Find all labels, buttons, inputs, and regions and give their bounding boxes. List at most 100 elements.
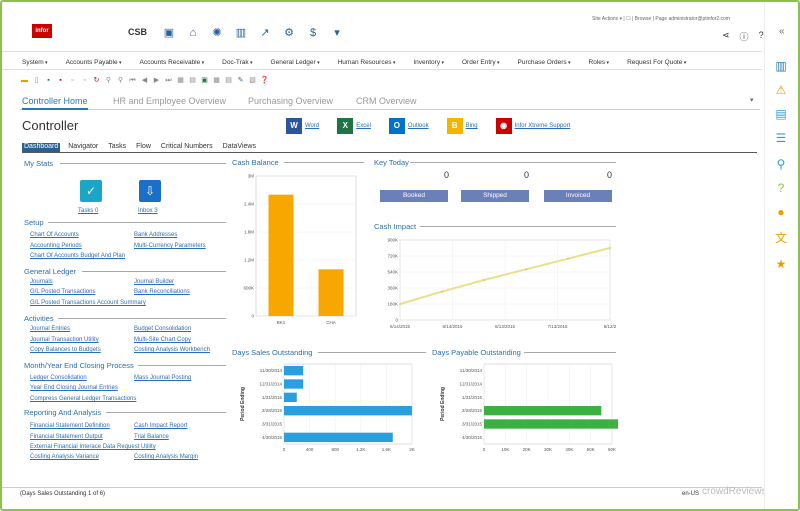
delete-icon[interactable]: ▫ bbox=[80, 76, 89, 85]
forms-icon[interactable]: ▣ bbox=[162, 26, 176, 40]
chevron-down-icon[interactable]: ▾ bbox=[330, 26, 344, 40]
link-cash-impact-report[interactable]: Cash Impact Report bbox=[134, 423, 187, 429]
link-gl-posted[interactable]: G/L Posted Transactions bbox=[30, 289, 95, 295]
menu-system[interactable]: System bbox=[22, 59, 48, 66]
link-coa-budget[interactable]: Chart Of Accounts Budget And Plan bbox=[30, 253, 125, 259]
bank-icon[interactable]: ⌂ bbox=[186, 26, 200, 40]
info-icon[interactable]: ⓘ bbox=[740, 30, 749, 43]
subtab-dashboard[interactable]: Dashboard bbox=[22, 143, 61, 152]
link-journal-entries[interactable]: Journal Entries bbox=[30, 326, 70, 332]
add-row-icon[interactable]: ▤ bbox=[188, 76, 197, 85]
alert-icon[interactable]: ⚠ bbox=[773, 82, 789, 98]
subtab-dataviews[interactable]: DataViews bbox=[221, 143, 258, 152]
word-launcher[interactable]: W Word bbox=[286, 118, 319, 134]
site-actions[interactable]: Site Actions ▾ | ☐ | Browse | Page admin… bbox=[592, 16, 730, 22]
open-icon[interactable]: ▬ bbox=[20, 76, 29, 85]
translate-icon[interactable]: 文 bbox=[773, 230, 789, 246]
prev-icon[interactable]: ◀ bbox=[140, 76, 149, 85]
link-year-end-closing[interactable]: Year End Closing Journal Entries bbox=[30, 385, 118, 391]
menu-purchase-orders[interactable]: Purchase Orders bbox=[518, 59, 571, 66]
bing-launcher[interactable]: B Bing bbox=[446, 118, 478, 134]
message-icon[interactable]: ▤ bbox=[773, 106, 789, 122]
save-icon[interactable]: ▪ bbox=[44, 76, 53, 85]
location-icon[interactable]: ⚲ bbox=[773, 156, 789, 172]
link-chart-of-accounts[interactable]: Chart Of Accounts bbox=[30, 232, 79, 238]
analytics-icon[interactable]: ▥ bbox=[773, 58, 789, 74]
company-name[interactable]: CSB bbox=[128, 27, 147, 37]
link-journal-transaction-utility[interactable]: Journal Transaction Utility bbox=[30, 337, 99, 343]
outlook-link[interactable]: Outlook bbox=[408, 123, 429, 129]
link-multi-site-chart-copy[interactable]: Multi-Site Chart Copy bbox=[134, 337, 191, 343]
link-bank-recon[interactable]: Bank Reconciliations bbox=[134, 289, 190, 295]
help-circle-icon[interactable]: ❓ bbox=[260, 76, 269, 85]
menu-roles[interactable]: Roles bbox=[589, 59, 610, 66]
link-bank-addresses[interactable]: Bank Addresses bbox=[134, 232, 177, 238]
share-icon[interactable]: ⋖ bbox=[722, 30, 730, 43]
menu-order-entry[interactable]: Order Entry bbox=[462, 59, 500, 66]
tabs-dropdown-icon[interactable]: ▾ bbox=[750, 96, 754, 104]
excel-launcher[interactable]: X Excel bbox=[337, 118, 371, 134]
link-fs-output[interactable]: Financial Statement Output bbox=[30, 434, 103, 440]
outlook-launcher[interactable]: O Outlook bbox=[388, 118, 429, 134]
collapse-icon[interactable]: « bbox=[779, 26, 785, 37]
menu-general-ledger[interactable]: General Ledger bbox=[271, 59, 320, 66]
inbox-link[interactable]: Inbox 3 bbox=[138, 208, 158, 214]
edit-icon[interactable]: ✎ bbox=[236, 76, 245, 85]
menu-accounts-receivable[interactable]: Accounts Receivable bbox=[140, 59, 205, 66]
link-external-financial[interactable]: External Financial Interace Data Request… bbox=[30, 444, 156, 450]
tasks-clipboard-icon[interactable]: ✓ bbox=[80, 180, 102, 202]
excel-link[interactable]: Excel bbox=[356, 123, 371, 129]
filter-clear-icon[interactable]: ⚲ bbox=[116, 76, 125, 85]
subtab-critical-numbers[interactable]: Critical Numbers bbox=[159, 143, 215, 152]
print-icon[interactable]: ▤ bbox=[224, 76, 233, 85]
link-costing-workbench[interactable]: Costing Analysis Workbench bbox=[134, 347, 210, 353]
question-icon[interactable]: ? bbox=[773, 180, 789, 196]
table-icon[interactable]: ▦ bbox=[212, 76, 221, 85]
tab-controller-home[interactable]: Controller Home bbox=[22, 96, 88, 110]
pdf-icon[interactable]: ▪ bbox=[56, 76, 65, 85]
word-link[interactable]: Word bbox=[305, 123, 319, 129]
link-fs-definition[interactable]: Financial Statement Definition bbox=[30, 423, 110, 429]
grid-icon[interactable]: ▦ bbox=[176, 76, 185, 85]
tab-hr-overview[interactable]: HR and Employee Overview bbox=[113, 96, 226, 106]
factory-icon[interactable]: ▥ bbox=[234, 26, 248, 40]
menu-request-for-quote[interactable]: Request For Quote bbox=[627, 59, 686, 66]
xtreme-launcher[interactable]: ◉ Infor Xtreme Support bbox=[495, 118, 571, 134]
new-icon[interactable]: ▯ bbox=[32, 76, 41, 85]
subtab-tasks[interactable]: Tasks bbox=[106, 143, 128, 152]
booked-button[interactable]: Booked bbox=[380, 190, 448, 202]
link-gl-posted-summary[interactable]: G/L Posted Transactions Account Summary bbox=[30, 300, 146, 306]
link-journal-builder[interactable]: Journal Builder bbox=[134, 279, 174, 285]
invoiced-button[interactable]: Invoiced bbox=[544, 190, 612, 202]
menu-inventory[interactable]: Inventory bbox=[413, 59, 444, 66]
link-journals[interactable]: Journals bbox=[30, 279, 53, 285]
list-icon[interactable]: ☰ bbox=[773, 130, 789, 146]
link-costing-margin[interactable]: Costing Analysis Margin bbox=[134, 454, 198, 460]
coins-icon[interactable]: ● bbox=[773, 204, 789, 220]
menu-accounts-payable[interactable]: Accounts Payable bbox=[66, 59, 122, 66]
chart-icon[interactable]: ↗ bbox=[258, 26, 272, 40]
star-icon[interactable]: ★ bbox=[773, 256, 789, 272]
bing-link[interactable]: Bing bbox=[466, 123, 478, 129]
ideas-icon[interactable]: ✺ bbox=[210, 26, 224, 40]
shipped-button[interactable]: Shipped bbox=[461, 190, 529, 202]
tools-icon[interactable]: ▧ bbox=[248, 76, 257, 85]
menu-human-resources[interactable]: Human Resources bbox=[338, 59, 396, 66]
subtab-flow[interactable]: Flow bbox=[134, 143, 153, 152]
link-mass-journal-posting[interactable]: Mass Journal Posting bbox=[134, 375, 191, 381]
link-compress-gl[interactable]: Compress General Ledger Transactions bbox=[30, 396, 136, 402]
tab-crm-overview[interactable]: CRM Overview bbox=[356, 96, 417, 106]
refresh-icon[interactable]: ↻ bbox=[92, 76, 101, 85]
link-copy-balances[interactable]: Copy Balances to Budgets bbox=[30, 347, 101, 353]
tab-purchasing-overview[interactable]: Purchasing Overview bbox=[248, 96, 333, 106]
help-icon[interactable]: ? bbox=[759, 30, 764, 43]
excel-icon[interactable]: ▣ bbox=[200, 76, 209, 85]
link-accounting-periods[interactable]: Accounting Periods bbox=[30, 243, 82, 249]
gear-icon[interactable]: ⚙ bbox=[282, 26, 296, 40]
last-icon[interactable]: ⏭ bbox=[164, 76, 173, 85]
dollar-icon[interactable]: $ bbox=[306, 26, 320, 40]
xtreme-link[interactable]: Infor Xtreme Support bbox=[515, 123, 571, 129]
link-ledger-consolidation[interactable]: Ledger Consolidation bbox=[30, 375, 87, 381]
filter-icon[interactable]: ⚲ bbox=[104, 76, 113, 85]
first-icon[interactable]: ⏮ bbox=[128, 76, 137, 85]
